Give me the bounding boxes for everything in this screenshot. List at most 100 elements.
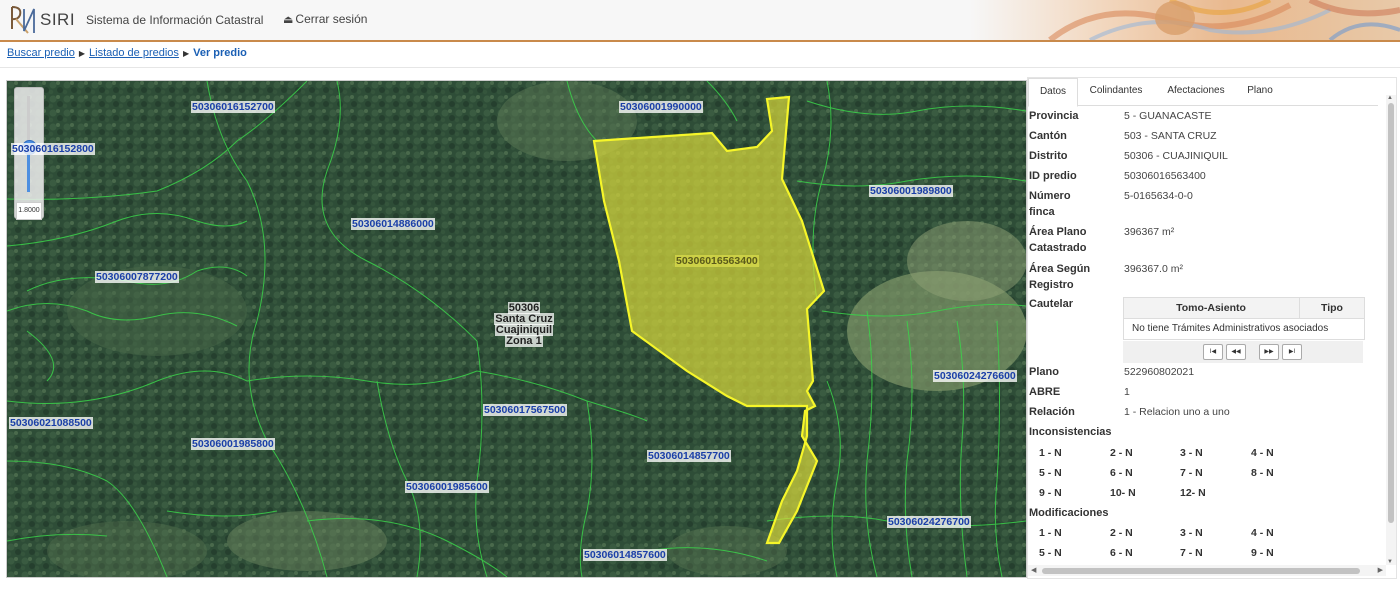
- breadcrumb-separator-icon: ▶: [182, 49, 190, 58]
- tab-datos[interactable]: Datos: [1028, 78, 1078, 107]
- modificacion-item: 3 - N: [1180, 527, 1203, 539]
- modificaciones-label: Modificaciones: [1029, 507, 1109, 519]
- modificacion-item: 2 - N: [1110, 527, 1133, 539]
- col-tipo: Tipo: [1299, 298, 1364, 318]
- breadcrumb-current: Ver predio: [193, 47, 247, 59]
- logout-icon: ⏏: [283, 14, 294, 26]
- cautelar-empty-message: No tiene Trámites Administrativos asocia…: [1132, 323, 1329, 334]
- panel-tabs: Datos Colindantes Afectaciones Plano: [1028, 78, 1378, 107]
- last-page-button[interactable]: ▶I: [1282, 344, 1302, 360]
- parcel-label[interactable]: 50306001985800: [191, 438, 275, 450]
- inconsistencia-item: 7 - N: [1180, 467, 1203, 479]
- modificacion-item: 4 - N: [1251, 527, 1274, 539]
- vertical-scrollbar[interactable]: ▲ ▼: [1386, 95, 1396, 565]
- inconsistencia-item: 12- N: [1180, 487, 1206, 499]
- field-label-id-predio: ID predio: [1029, 170, 1077, 182]
- field-label-abre: ABRE: [1029, 386, 1061, 398]
- zone-label: 50306 Santa Cruz Cuajiniquil Zona 1: [487, 302, 561, 347]
- inconsistencia-item: 10- N: [1110, 487, 1136, 499]
- field-label-area-registro: Área Según Registro: [1029, 263, 1091, 291]
- first-page-button[interactable]: I◀: [1203, 344, 1223, 360]
- field-label-area-plano: Área Plano Catastrado: [1029, 226, 1087, 254]
- field-value-plano: 522960802021: [1124, 366, 1195, 378]
- selected-parcel-label[interactable]: 50306016563400: [675, 255, 759, 267]
- logout-button[interactable]: ⏏ Cerrar sesión: [283, 12, 367, 26]
- scroll-right-icon[interactable]: ▶: [1378, 566, 1383, 574]
- horizontal-scroll-thumb[interactable]: [1042, 568, 1360, 574]
- modificacion-item: 5 - N: [1039, 547, 1062, 559]
- parcel-label[interactable]: 50306001989800: [869, 185, 953, 197]
- parcel-label[interactable]: 50306016152800: [11, 143, 95, 155]
- field-label-plano: Plano: [1029, 366, 1059, 378]
- inconsistencias-label: Inconsistencias: [1029, 426, 1112, 438]
- brand-name: SIRI: [40, 10, 76, 29]
- app-header: SIRI Sistema de Información Catastral ⏏ C…: [0, 0, 1400, 42]
- vertical-scroll-thumb[interactable]: [1388, 103, 1394, 523]
- field-value-abre: 1: [1124, 386, 1130, 398]
- cautelar-table-header: Tomo-Asiento Tipo: [1124, 298, 1364, 319]
- field-value-id-predio: 50306016563400: [1124, 170, 1206, 182]
- header-banner-art: [970, 0, 1400, 40]
- inconsistencia-item: 1 - N: [1039, 447, 1062, 459]
- field-label-relacion: Relación: [1029, 406, 1075, 418]
- field-value-canton: 503 - SANTA CRUZ: [1124, 130, 1217, 142]
- breadcrumb-separator-icon: ▶: [78, 49, 86, 58]
- horizontal-scrollbar[interactable]: ◀ ▶: [1028, 565, 1386, 576]
- siri-logo-icon: [11, 6, 35, 34]
- property-details-panel: Datos Colindantes Afectaciones Plano Pro…: [1027, 77, 1397, 579]
- inconsistencia-item: 5 - N: [1039, 467, 1062, 479]
- field-value-area-plano: 396367 m²: [1124, 226, 1175, 238]
- field-label-distrito: Distrito: [1029, 150, 1068, 162]
- parcel-label[interactable]: 50306021088500: [9, 417, 93, 429]
- modificacion-item: 6 - N: [1110, 547, 1133, 559]
- next-page-button[interactable]: ▶▶: [1259, 344, 1279, 360]
- tab-afectaciones[interactable]: Afectaciones: [1158, 78, 1234, 104]
- tab-plano[interactable]: Plano: [1238, 78, 1282, 104]
- logout-label: Cerrar sesión: [295, 12, 368, 26]
- parcel-label[interactable]: 50306014857700: [647, 450, 731, 462]
- cautelar-pager: I◀ ◀◀ ▶▶ ▶I: [1123, 341, 1363, 363]
- scroll-up-icon[interactable]: ▲: [1387, 95, 1393, 101]
- map-view[interactable]: 1.8000 50306016152700 50306001990000 503…: [6, 80, 1027, 578]
- inconsistencia-item: 2 - N: [1110, 447, 1133, 459]
- modificacion-item: 1 - N: [1039, 527, 1062, 539]
- field-label-provincia: Provincia: [1029, 110, 1079, 122]
- field-label-cautelar: Cautelar: [1029, 298, 1074, 310]
- field-value-area-registro: 396367.0 m²: [1124, 263, 1183, 275]
- inconsistencia-item: 9 - N: [1039, 487, 1062, 499]
- modificacion-item: 9 - N: [1251, 547, 1274, 559]
- app-subtitle: Sistema de Información Catastral: [86, 13, 264, 27]
- field-value-provincia: 5 - GUANACASTE: [1124, 110, 1212, 122]
- inconsistencia-item: 6 - N: [1110, 467, 1133, 479]
- field-label-canton: Cantón: [1029, 130, 1067, 142]
- inconsistencia-item: 8 - N: [1251, 467, 1274, 479]
- parcel-label[interactable]: 50306001985600: [405, 481, 489, 493]
- parcel-label[interactable]: 50306014857600: [583, 549, 667, 561]
- field-value-distrito: 50306 - CUAJINIQUIL: [1124, 150, 1228, 162]
- zoom-value: 1.8000: [16, 202, 42, 220]
- scroll-down-icon[interactable]: ▼: [1387, 559, 1393, 565]
- field-label-numero-finca: Número finca: [1029, 190, 1071, 218]
- parcel-label[interactable]: 50306001990000: [619, 101, 703, 113]
- inconsistencia-item: 4 - N: [1251, 447, 1274, 459]
- breadcrumb: Buscar predio ▶ Listado de predios ▶ Ver pre…: [7, 47, 247, 59]
- scroll-left-icon[interactable]: ◀: [1031, 566, 1036, 574]
- parcel-label[interactable]: 50306016152700: [191, 101, 275, 113]
- parcel-label[interactable]: 50306007877200: [95, 271, 179, 283]
- field-value-relacion: 1 - Relacion uno a uno: [1124, 406, 1230, 418]
- tab-colindantes[interactable]: Colindantes: [1080, 78, 1152, 104]
- breadcrumb-listado-predios[interactable]: Listado de predios: [89, 47, 179, 59]
- col-tomo-asiento: Tomo-Asiento: [1176, 302, 1246, 314]
- field-value-numero-finca: 5-0165634-0-0: [1124, 190, 1193, 202]
- parcel-label[interactable]: 50306014886000: [351, 218, 435, 230]
- divider: [0, 67, 1400, 68]
- parcel-label[interactable]: 50306024276700: [887, 516, 971, 528]
- parcel-label[interactable]: 50306024276600: [933, 370, 1017, 382]
- breadcrumb-buscar-predio[interactable]: Buscar predio: [7, 47, 75, 59]
- prev-page-button[interactable]: ◀◀: [1226, 344, 1246, 360]
- parcel-label[interactable]: 50306017567500: [483, 404, 567, 416]
- zone-number: Zona 1: [505, 335, 543, 347]
- modificacion-item: 7 - N: [1180, 547, 1203, 559]
- cautelar-table: Tomo-Asiento Tipo No tiene Trámites Admi…: [1123, 297, 1365, 340]
- inconsistencia-item: 3 - N: [1180, 447, 1203, 459]
